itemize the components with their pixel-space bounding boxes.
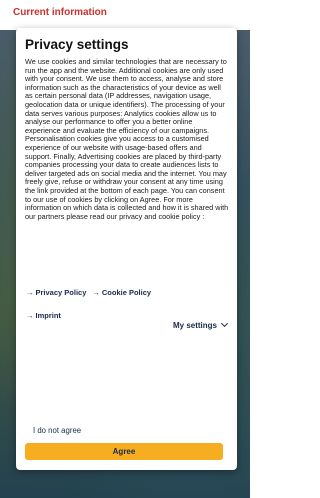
privacy-policy-label: Privacy Policy (35, 288, 87, 297)
my-settings-toggle[interactable]: My settings (172, 319, 229, 330)
arrow-right-icon: → (92, 288, 100, 297)
chevron-down-icon (220, 319, 229, 328)
my-settings-label: My settings (172, 321, 217, 330)
dialog-title: Privacy settings (25, 37, 129, 52)
do-not-agree-button[interactable]: I do not agree (33, 426, 81, 435)
imprint-label: Imprint (35, 311, 61, 320)
consent-text: We use cookies and similar technologies … (25, 57, 229, 221)
arrow-right-icon: → (26, 311, 34, 320)
privacy-settings-dialog: Privacy settings We use cookies and simi… (16, 28, 237, 470)
top-bar: Current information (0, 0, 250, 30)
cookie-policy-link[interactable]: → Cookie Policy (92, 288, 151, 297)
topbar-title: Current information (13, 7, 107, 18)
policy-links: → Privacy Policy → Cookie Policy (26, 288, 157, 297)
agree-button[interactable]: Agree (25, 443, 223, 460)
imprint-link[interactable]: → Imprint (26, 311, 61, 320)
privacy-policy-link[interactable]: → Privacy Policy (26, 288, 86, 297)
cookie-policy-label: Cookie Policy (101, 288, 152, 297)
arrow-right-icon: → (26, 288, 34, 297)
